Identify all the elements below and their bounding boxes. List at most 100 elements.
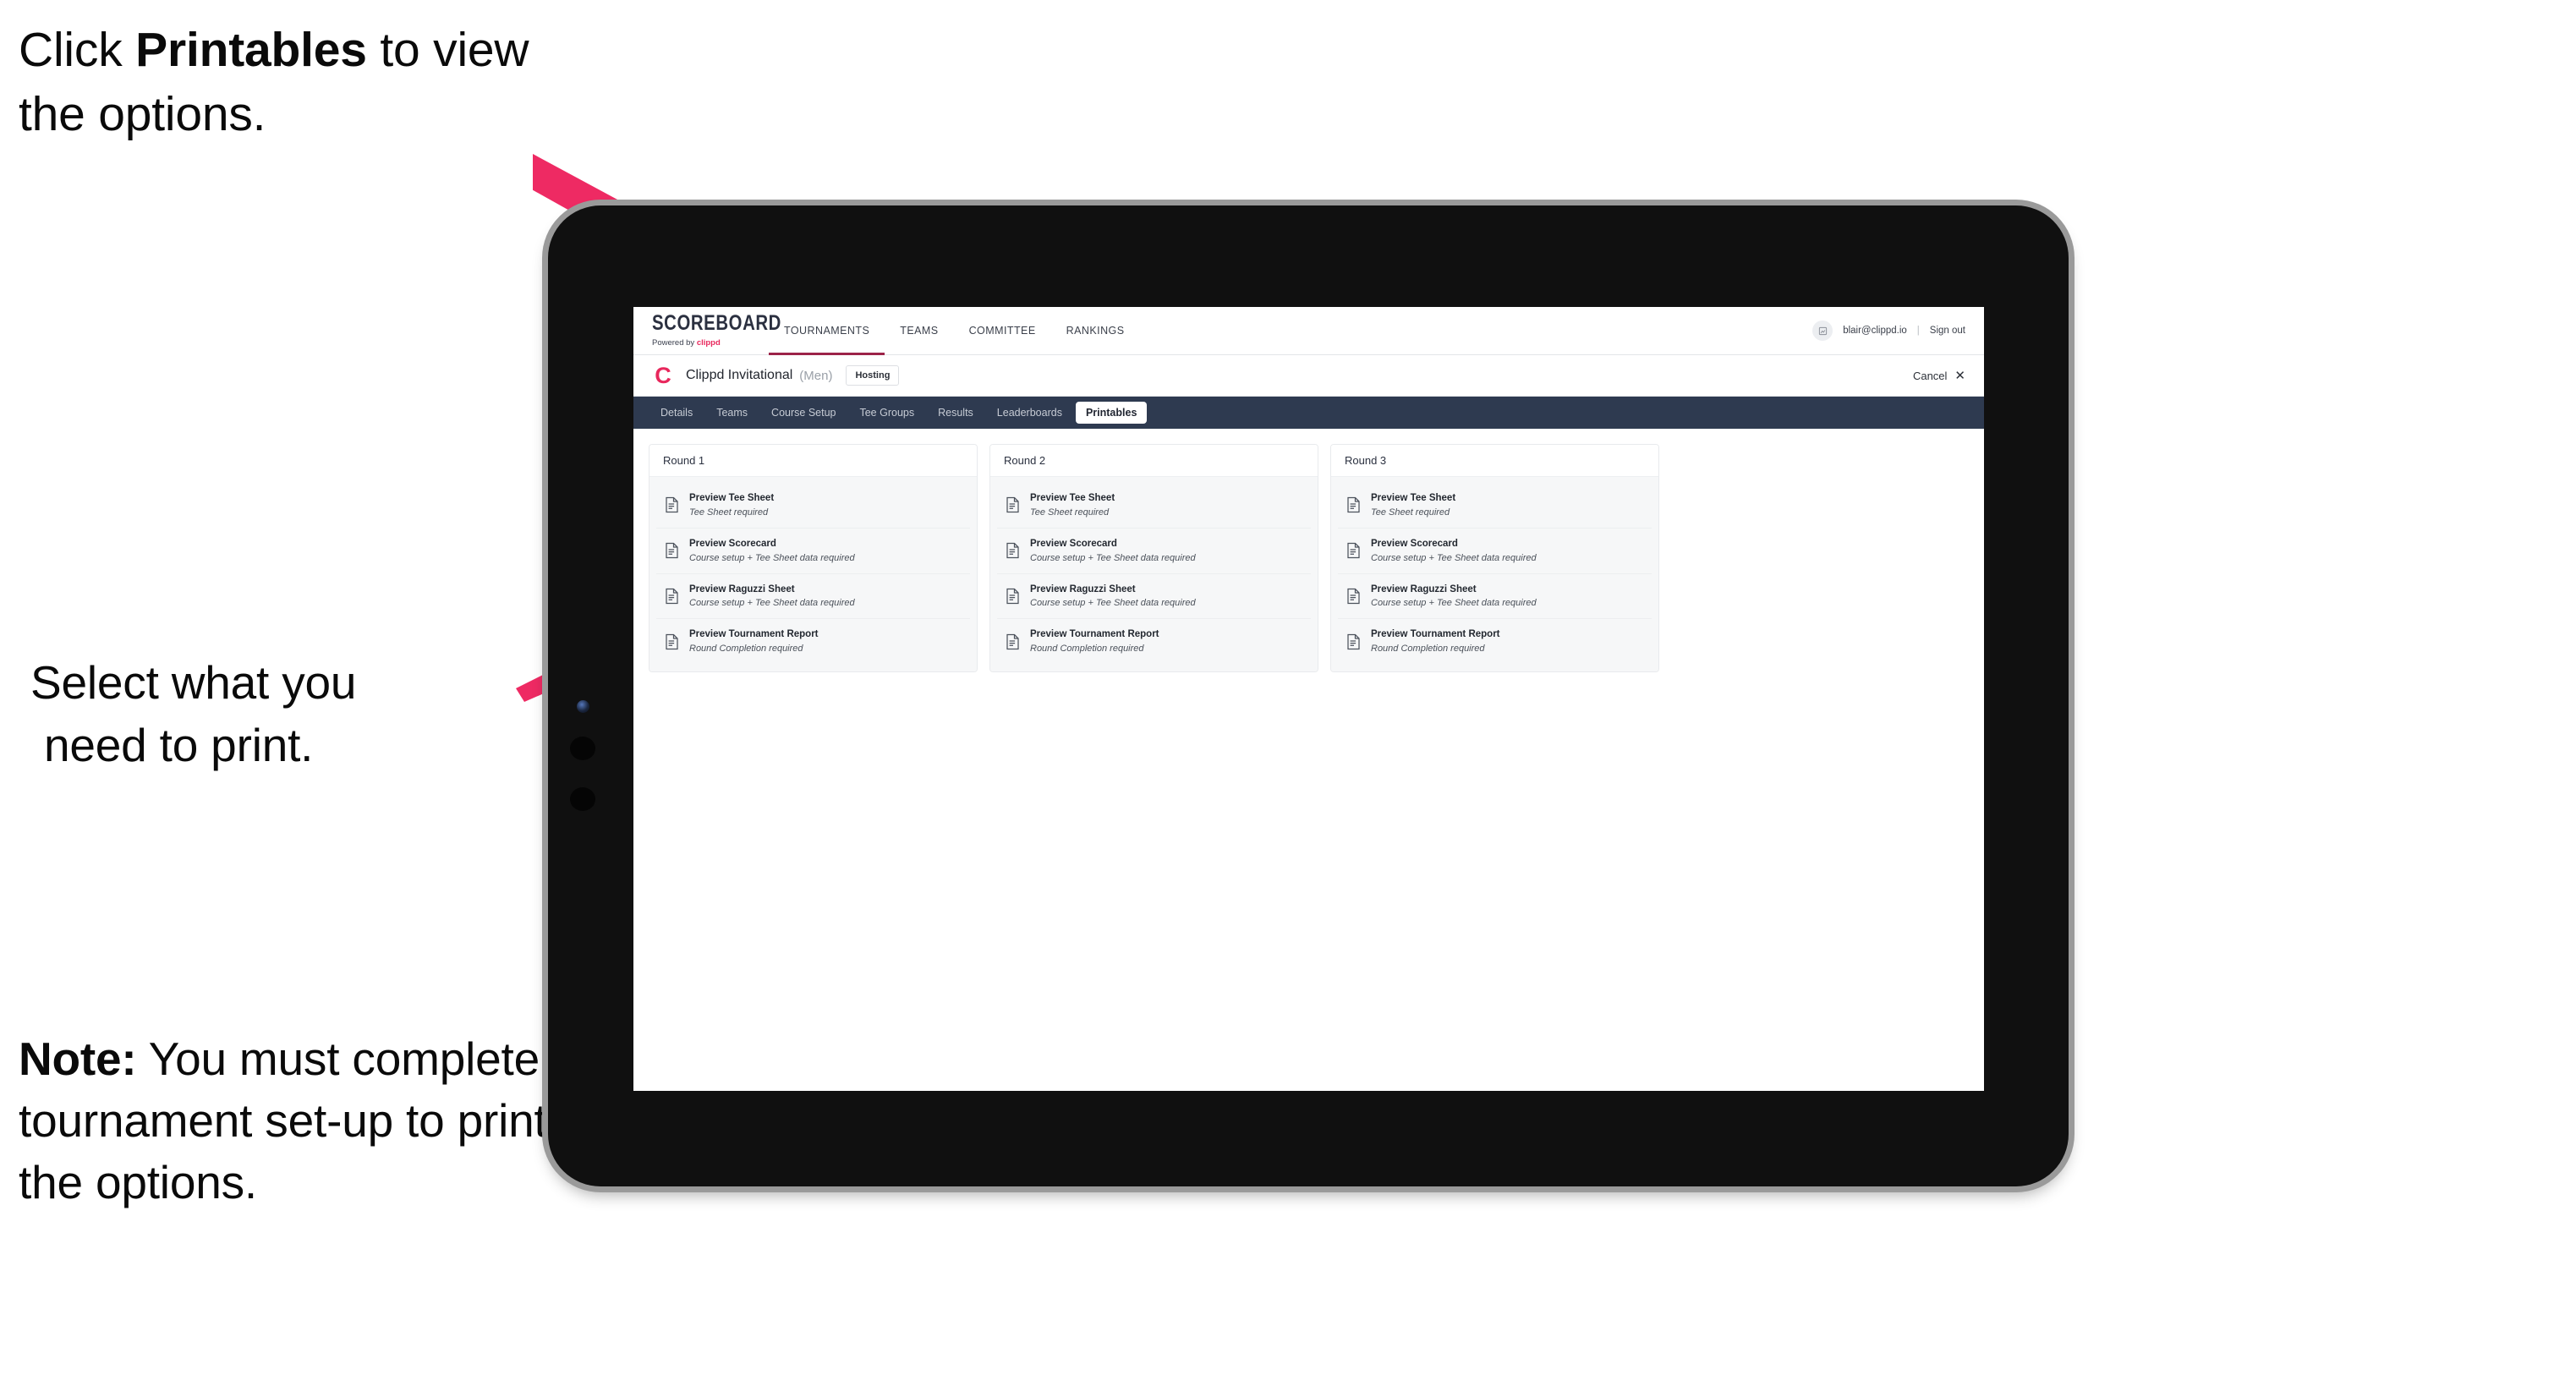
cancel-label: Cancel (1912, 369, 1948, 382)
document-title: Preview Tournament Report (1030, 629, 1159, 640)
list-item[interactable]: Preview Tee Sheet Tee Sheet required (656, 483, 970, 529)
document-text: Preview Raguzzi Sheet Course setup + Tee… (1030, 583, 1196, 610)
top-navigation-bar: SCOREBOARD Powered by clippd TOURNAMENTS… (633, 307, 1984, 355)
document-title: Preview Tee Sheet (1030, 493, 1115, 503)
list-item[interactable]: Preview Tournament Report Round Completi… (656, 619, 970, 665)
list-item[interactable]: Preview Scorecard Course setup + Tee She… (997, 528, 1311, 574)
topnav-item-teams[interactable]: TEAMS (885, 307, 953, 354)
list-item[interactable]: Preview Scorecard Course setup + Tee She… (1338, 528, 1652, 574)
round-column-1: Round 1 Preview Tee Sheet Tee Sheet requ… (649, 444, 978, 673)
list-item[interactable]: Preview Tournament Report Round Completi… (997, 619, 1311, 665)
document-icon (1006, 542, 1020, 559)
document-text: Preview Tee Sheet Tee Sheet required (689, 492, 774, 518)
round-document-list: Preview Tee Sheet Tee Sheet required Pre… (1331, 477, 1658, 672)
document-text: Preview Tournament Report Round Completi… (1030, 628, 1159, 655)
document-text: Preview Tee Sheet Tee Sheet required (1030, 492, 1115, 518)
round-title: Round 2 (990, 445, 1318, 477)
document-requirement: Tee Sheet required (1371, 507, 1450, 518)
document-icon (665, 542, 679, 559)
document-requirement: Round Completion required (1030, 644, 1144, 655)
user-email: blair@clippd.io (1843, 326, 1907, 336)
document-title: Preview Raguzzi Sheet (1030, 583, 1136, 594)
tab-details[interactable]: Details (650, 402, 703, 424)
browser-screen: SCOREBOARD Powered by clippd TOURNAMENTS… (633, 307, 1984, 1091)
topnav-label-tournaments: TOURNAMENTS (784, 325, 870, 337)
list-item[interactable]: Preview Raguzzi Sheet Course setup + Tee… (1338, 573, 1652, 620)
brand-subtitle: Powered by clippd (652, 338, 769, 348)
document-icon (1346, 588, 1361, 605)
document-icon (665, 633, 679, 650)
tournament-subnav: Details Teams Course Setup Tee Groups Re… (633, 397, 1984, 429)
document-icon (1346, 633, 1361, 650)
document-icon (665, 496, 679, 513)
list-item[interactable]: Preview Raguzzi Sheet Course setup + Tee… (656, 573, 970, 620)
document-icon (1346, 496, 1361, 513)
user-separator: | (1916, 326, 1920, 336)
document-title: Preview Tournament Report (689, 629, 819, 640)
list-item[interactable]: Preview Tournament Report Round Completi… (1338, 619, 1652, 665)
round-document-list: Preview Tee Sheet Tee Sheet required Pre… (649, 477, 977, 672)
document-requirement: Course setup + Tee Sheet data required (689, 598, 855, 609)
document-title: Preview Tee Sheet (689, 493, 775, 503)
tab-teams[interactable]: Teams (706, 402, 758, 424)
tablet-camera-icon (577, 700, 589, 713)
document-text: Preview Scorecard Course setup + Tee She… (1371, 538, 1537, 564)
annotation-top-bold: Printables (135, 23, 367, 77)
annotation-mid-line1: Select what you (30, 656, 357, 709)
document-requirement: Round Completion required (1371, 644, 1485, 655)
clippd-logo-icon: C (652, 364, 674, 386)
list-item[interactable]: Preview Raguzzi Sheet Course setup + Tee… (997, 573, 1311, 620)
tab-course-setup[interactable]: Course Setup (761, 402, 846, 424)
brand-sub-clippd: clippd (696, 337, 721, 348)
document-icon (1006, 588, 1020, 605)
document-title: Preview Scorecard (1030, 538, 1117, 549)
document-text: Preview Scorecard Course setup + Tee She… (1030, 538, 1196, 564)
sign-out-link[interactable]: Sign out (1930, 326, 1965, 336)
document-requirement: Course setup + Tee Sheet data required (1030, 598, 1196, 609)
tablet-side-button-1[interactable] (570, 737, 595, 760)
document-icon (1006, 633, 1020, 650)
tab-leaderboards[interactable]: Leaderboards (987, 402, 1072, 424)
round-column-2: Round 2 Preview Tee Sheet Tee Sheet requ… (989, 444, 1318, 673)
close-icon: ✕ (1954, 368, 1965, 383)
clippd-logo-letter: C (655, 362, 671, 388)
document-requirement: Course setup + Tee Sheet data required (1371, 598, 1537, 609)
cancel-button[interactable]: Cancel ✕ (1913, 370, 1965, 382)
topnav-item-rankings[interactable]: RANKINGS (1051, 307, 1140, 354)
document-text: Preview Tournament Report Round Completi… (689, 628, 819, 655)
document-requirement: Tee Sheet required (689, 507, 769, 518)
round-title: Round 3 (1331, 445, 1658, 477)
brand-title: SCOREBOARD (652, 311, 781, 335)
user-account-area: blair@clippd.io | Sign out (1812, 307, 1984, 354)
topnav-item-committee[interactable]: COMMITTEE (954, 307, 1051, 354)
document-icon (1006, 496, 1020, 513)
list-item[interactable]: Preview Tee Sheet Tee Sheet required (997, 483, 1311, 529)
tab-printables[interactable]: Printables (1075, 402, 1148, 424)
document-title: Preview Raguzzi Sheet (689, 583, 795, 594)
document-icon (1346, 542, 1361, 559)
document-requirement: Tee Sheet required (1030, 507, 1110, 518)
tournament-header-bar: C Clippd Invitational (Men) Hosting Canc… (633, 355, 1984, 397)
list-item[interactable]: Preview Scorecard Course setup + Tee She… (656, 528, 970, 574)
list-item[interactable]: Preview Tee Sheet Tee Sheet required (1338, 483, 1652, 529)
document-title: Preview Tournament Report (1371, 629, 1500, 640)
topnav-label-rankings: RANKINGS (1066, 325, 1125, 337)
annotation-note-bold: Note: (19, 1033, 137, 1085)
scoreboard-logo[interactable]: SCOREBOARD Powered by clippd (633, 307, 781, 354)
user-avatar-icon[interactable] (1812, 320, 1833, 341)
document-text: Preview Tournament Report Round Completi… (1371, 628, 1500, 655)
tablet-side-button-2[interactable] (570, 787, 595, 811)
topnav-label-committee: COMMITTEE (968, 325, 1036, 337)
tablet-device-frame: SCOREBOARD Powered by clippd TOURNAMENTS… (548, 205, 2069, 1186)
topnav-label-teams: TEAMS (900, 325, 939, 337)
hosting-badge[interactable]: Hosting (846, 365, 900, 386)
tournament-gender: (Men) (799, 368, 833, 383)
document-requirement: Course setup + Tee Sheet data required (689, 552, 855, 563)
annotation-click-printables: Click Printables to view the options. (19, 19, 577, 147)
tab-results[interactable]: Results (928, 402, 984, 424)
document-requirement: Course setup + Tee Sheet data required (1030, 552, 1196, 563)
topnav-item-tournaments[interactable]: TOURNAMENTS (769, 307, 885, 355)
round-column-3: Round 3 Preview Tee Sheet Tee Sheet requ… (1330, 444, 1659, 673)
tab-tee-groups[interactable]: Tee Groups (849, 402, 924, 424)
annotation-mid-line2: need to print. (44, 719, 314, 772)
